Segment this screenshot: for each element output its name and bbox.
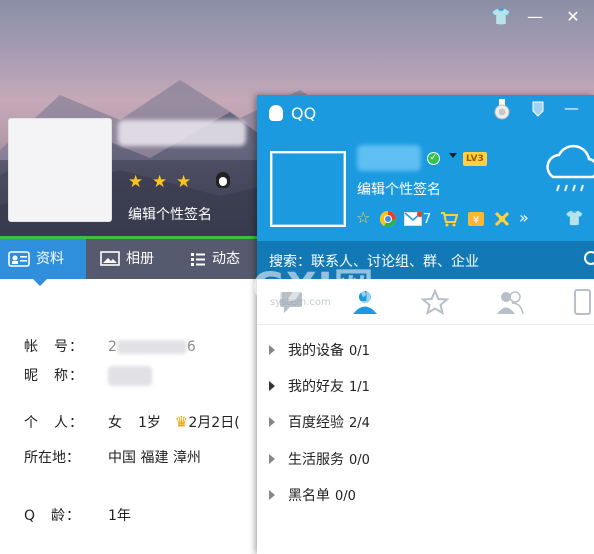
chevron-down-icon[interactable] [449, 153, 457, 158]
avatar[interactable] [8, 118, 112, 222]
photo-icon [100, 251, 120, 266]
group-name: 生活服务 [288, 452, 344, 468]
close-button[interactable]: ✕ [562, 8, 584, 26]
nickname-row: 昵 称： [24, 365, 152, 386]
id-card-icon [8, 251, 30, 267]
tab-label: 动态 [212, 251, 240, 267]
account-label: 帐 号： [24, 339, 84, 355]
app-title: QQ [291, 104, 317, 123]
group-name: 百度经验 [288, 415, 344, 431]
group-name: 我的好友 [288, 379, 344, 395]
pin-icon[interactable] [531, 101, 545, 117]
online-status-icon[interactable]: ✓ [427, 152, 440, 165]
account-value-start: 2 [108, 339, 117, 355]
profile-signature[interactable]: 编辑个性签名 [128, 204, 212, 224]
star-icon[interactable]: ☆ [356, 209, 370, 227]
nickname-label: 昵 称： [24, 368, 84, 384]
contact-group[interactable]: 生活服务 0/0 [269, 449, 370, 469]
gender-value: 女 [108, 415, 122, 431]
group-count: 0/0 [335, 489, 356, 504]
more-apps-icon[interactable]: » [519, 209, 529, 227]
tab-label: 相册 [126, 251, 154, 267]
qage-value: 1年 [108, 508, 131, 524]
account-row: 帐 号： 2 6 [24, 336, 196, 356]
group-name: 我的设备 [288, 343, 344, 359]
qq-signature[interactable]: 编辑个性签名 [357, 179, 441, 199]
nickname-redacted [357, 145, 421, 171]
chevron-right-icon [269, 417, 275, 427]
group-count: 2/4 [349, 416, 370, 431]
profile-tab-bar: 资料 相册 动态 [0, 239, 258, 286]
contact-group[interactable]: 我的设备 0/1 [269, 340, 370, 360]
minimize-button[interactable]: — [564, 99, 579, 117]
skin-icon[interactable]: 👕 [490, 8, 512, 26]
nickname-value-redacted [108, 366, 152, 386]
group-count: 0/1 [349, 344, 370, 359]
browser-icon[interactable] [379, 210, 397, 228]
svg-text:¥: ¥ [473, 215, 479, 226]
account-value-end: 6 [186, 339, 196, 355]
contact-group[interactable]: 黑名单 0/0 [269, 485, 356, 505]
contact-group[interactable]: 我的好友 1/1 [269, 376, 370, 396]
star-icon: ★ [128, 172, 144, 192]
tab-profile[interactable]: 资料 [0, 239, 86, 286]
qage-label: Q 龄： [24, 508, 82, 524]
qq-penguin-logo-icon [269, 105, 283, 121]
level-badge[interactable]: LV3 [463, 152, 487, 166]
group-count: 0/0 [349, 453, 370, 468]
feed-icon [191, 253, 205, 266]
groups-tab-icon[interactable] [495, 289, 525, 315]
location-value: 中国 福建 漳州 [108, 450, 201, 466]
tab-label: 资料 [36, 251, 64, 267]
watermark-url: system.com [270, 297, 331, 308]
location-label: 所在地： [24, 450, 80, 466]
location-row: 所在地： 中国 福建 漳州 [24, 447, 201, 467]
crown-icon: ♛ [174, 413, 189, 431]
device-tab-icon[interactable] [570, 289, 594, 315]
wallet-icon[interactable]: ¥ [467, 211, 485, 227]
chevron-right-icon [269, 490, 275, 500]
medal-icon[interactable] [493, 99, 511, 121]
tab-album[interactable]: 相册 [100, 239, 154, 279]
chevron-right-icon [269, 454, 275, 464]
chevron-right-icon [269, 345, 275, 355]
birthday-value: 2月2日( [188, 415, 240, 431]
star-icon: ★ [152, 172, 168, 192]
star-icon: ★ [176, 172, 192, 192]
game-icon[interactable] [493, 210, 511, 228]
person-row: 个 人： 女 1岁 ♛2月2日( [24, 412, 240, 432]
minimize-button[interactable]: — [524, 8, 546, 26]
skin-icon[interactable]: 👕 [565, 209, 584, 227]
weather-cloud-icon[interactable] [543, 141, 594, 201]
chevron-right-icon [269, 381, 275, 391]
avatar[interactable] [270, 151, 346, 227]
contact-group[interactable]: 百度经验 2/4 [269, 412, 370, 432]
search-icon[interactable] [584, 251, 594, 265]
account-redacted [116, 340, 187, 354]
group-name: 黑名单 [288, 488, 330, 504]
mail-count: 7 [423, 212, 432, 227]
qage-row: Q 龄： 1年 [24, 505, 131, 525]
mail-icon[interactable] [404, 212, 422, 226]
tab-feed[interactable]: 动态 [190, 239, 240, 279]
nickname-redacted [118, 120, 246, 146]
penguin-icon [216, 172, 230, 188]
person-label: 个 人： [24, 415, 84, 431]
age-value: 1岁 [138, 415, 161, 431]
cart-icon[interactable] [440, 211, 458, 227]
group-count: 1/1 [349, 380, 370, 395]
qq-header: QQ — ✓ LV3 编辑个性签名 ☆ 7 ¥ » 👕 [257, 95, 594, 241]
qq-main-panel: QQ — ✓ LV3 编辑个性签名 ☆ 7 ¥ » 👕 搜索：联系人、讨论组、群… [257, 95, 594, 554]
favorites-tab-icon[interactable] [420, 289, 450, 315]
